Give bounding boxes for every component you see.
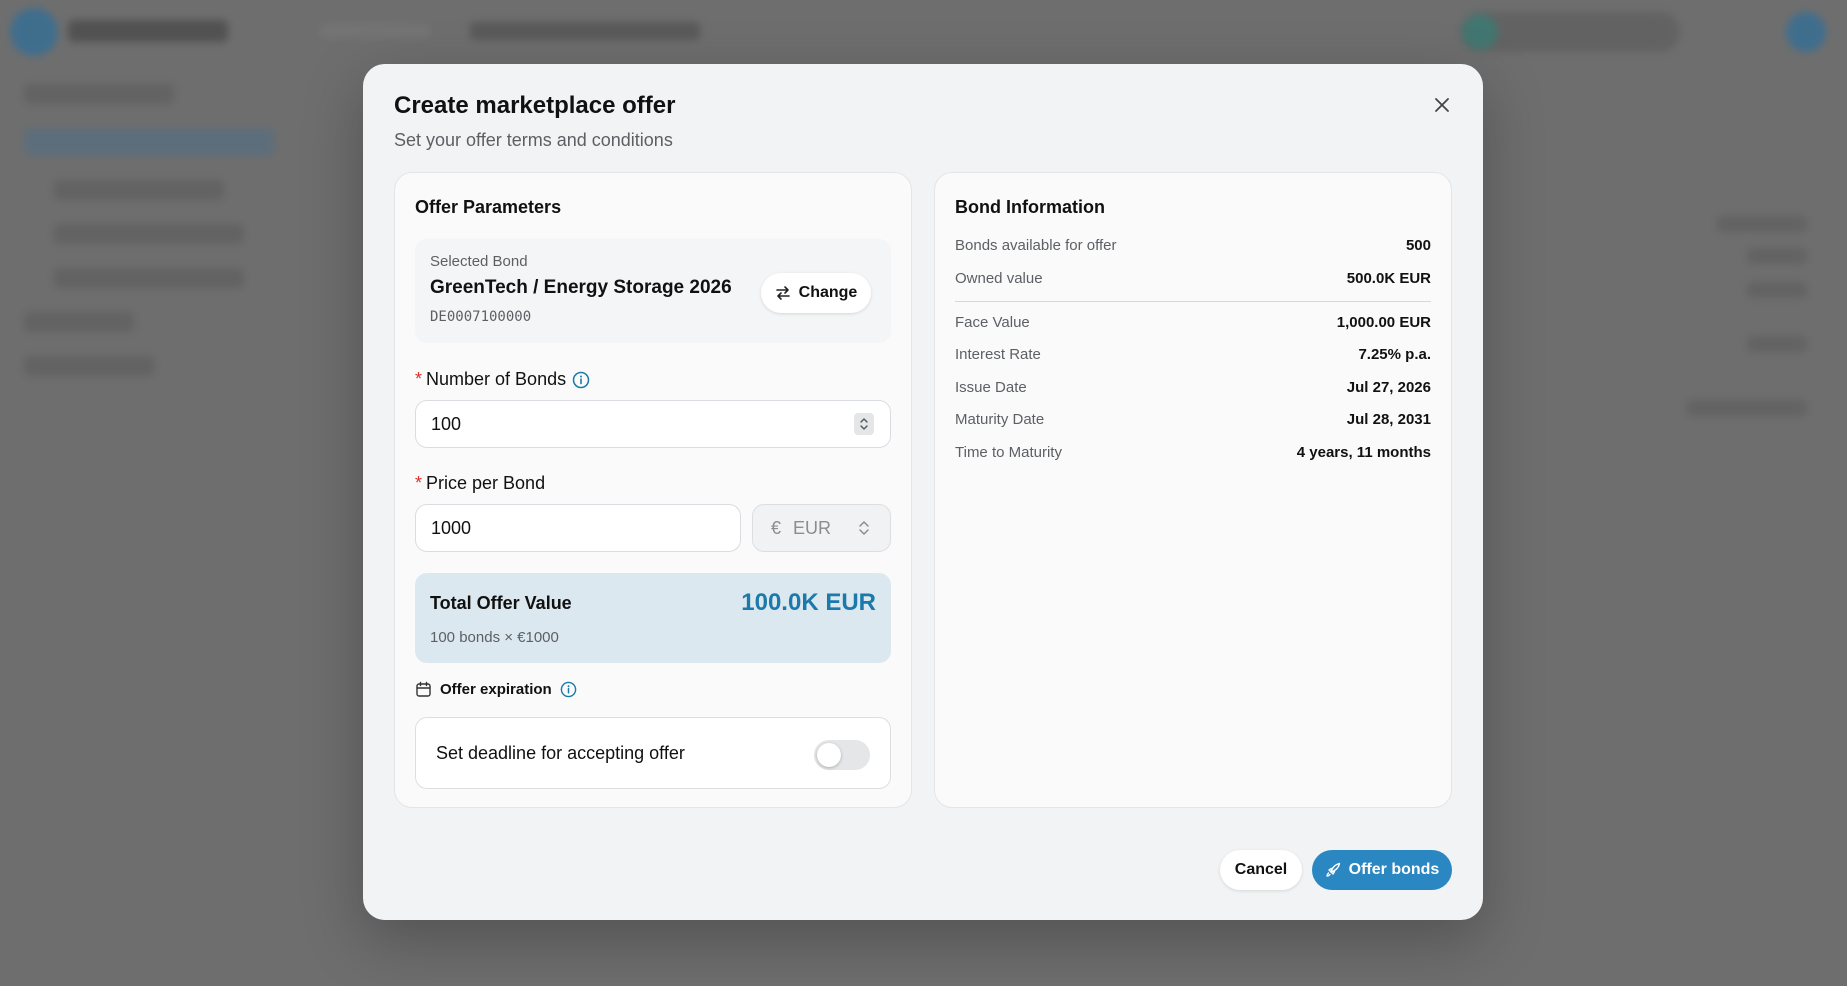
background-breadcrumb	[470, 22, 700, 40]
offer-parameters-title: Offer Parameters	[415, 197, 562, 217]
number-stepper[interactable]	[854, 413, 874, 435]
info-row: Owned value 500.0K EUR	[955, 270, 1431, 287]
info-row-value: Jul 28, 2031	[1346, 411, 1431, 428]
background-avatar	[1786, 12, 1826, 52]
bond-information-card: Bond Information Bonds available for off…	[934, 172, 1452, 808]
rocket-icon	[1325, 862, 1340, 877]
swap-arrows-icon	[775, 286, 790, 300]
change-bond-button[interactable]: Change	[761, 273, 871, 313]
offer-expiration-text: Offer expiration	[440, 681, 552, 698]
change-bond-label: Change	[798, 284, 858, 301]
number-of-bonds-label: * Number of Bonds	[415, 369, 590, 390]
dialog-title: Create marketplace offer	[394, 92, 676, 119]
number-of-bonds-value: 100	[431, 413, 462, 434]
offer-expiration-label: Offer expiration	[415, 681, 577, 698]
currency-select[interactable]: € EUR	[752, 504, 891, 552]
required-mark: *	[415, 369, 423, 389]
offer-bonds-label: Offer bonds	[1348, 861, 1440, 878]
dialog-subtitle: Set your offer terms and conditions	[394, 130, 673, 150]
euro-icon: €	[771, 517, 782, 538]
info-row-value: 1,000.00 EUR	[1336, 314, 1431, 331]
cancel-button-label: Cancel	[1234, 861, 1288, 878]
number-of-bonds-input[interactable]: 100	[415, 400, 891, 448]
price-per-bond-value: 1000	[431, 517, 472, 538]
price-per-bond-label-text: Price per Bond	[426, 473, 546, 493]
info-icon[interactable]	[572, 371, 590, 389]
total-offer-value-label: Total Offer Value	[430, 593, 572, 613]
background-logo	[10, 8, 58, 56]
divider	[955, 301, 1431, 302]
info-row-value: 7.25% p.a.	[1358, 346, 1431, 363]
total-offer-value: 100.0K EUR	[741, 589, 876, 616]
background-avatar	[1462, 14, 1498, 50]
bond-information-title: Bond Information	[955, 197, 1105, 217]
info-row-key: Interest Rate	[955, 346, 1041, 363]
info-row-value: 500.0K EUR	[1346, 270, 1431, 287]
background-sidebar	[14, 84, 284, 384]
info-row-value: 4 years, 11 months	[1296, 444, 1431, 461]
close-button[interactable]	[1427, 90, 1457, 120]
info-row-value: Jul 27, 2026	[1346, 379, 1431, 396]
selected-bond-isin: DE0007100000	[430, 309, 532, 325]
info-row-key: Bonds available for offer	[955, 237, 1117, 254]
total-offer-formula: 100 bonds × €1000	[430, 629, 559, 646]
info-row-key: Time to Maturity	[955, 444, 1062, 461]
info-row: Time to Maturity 4 years, 11 months	[955, 444, 1431, 461]
info-icon[interactable]	[560, 681, 577, 698]
price-per-bond-input[interactable]: 1000	[415, 504, 741, 552]
number-of-bonds-label-text: Number of Bonds	[426, 369, 567, 389]
create-offer-dialog: Create marketplace offer Set your offer …	[363, 64, 1483, 920]
background-topbar	[0, 0, 1847, 64]
close-icon	[1435, 98, 1449, 112]
info-row: Issue Date Jul 27, 2026	[955, 379, 1431, 396]
toggle-knob	[817, 743, 841, 767]
background-breadcrumb	[320, 24, 430, 38]
info-row-key: Face Value	[955, 314, 1030, 331]
info-row: Maturity Date Jul 28, 2031	[955, 411, 1431, 428]
price-per-bond-label: * Price per Bond	[415, 473, 545, 494]
offer-bonds-button[interactable]: Offer bonds	[1312, 850, 1452, 890]
info-row-value: 500	[1405, 237, 1431, 254]
currency-value: EUR	[793, 517, 832, 538]
total-offer-value-box: Total Offer Value 100.0K EUR 100 bonds ×…	[415, 573, 891, 663]
chevron-up-down-icon	[860, 418, 868, 430]
deadline-toggle[interactable]	[814, 740, 870, 770]
selected-bond-box: Selected Bond GreenTech / Energy Storage…	[415, 239, 891, 343]
chevron-up-down-icon	[859, 521, 869, 535]
cancel-button[interactable]: Cancel	[1220, 850, 1302, 890]
deadline-setting: Set deadline for accepting offer	[415, 717, 891, 789]
selected-bond-name: GreenTech / Energy Storage 2026	[430, 277, 732, 298]
required-mark: *	[415, 473, 423, 493]
info-row: Bonds available for offer 500	[955, 237, 1431, 254]
background-brand	[68, 20, 228, 42]
info-row-key: Issue Date	[955, 379, 1027, 396]
info-row: Interest Rate 7.25% p.a.	[955, 346, 1431, 363]
selected-bond-label: Selected Bond	[430, 253, 528, 270]
info-row-key: Owned value	[955, 270, 1043, 287]
calendar-icon	[416, 681, 431, 697]
info-row-key: Maturity Date	[955, 411, 1045, 428]
offer-parameters-card: Offer Parameters Selected Bond GreenTech…	[394, 172, 912, 808]
deadline-label: Set deadline for accepting offer	[436, 743, 685, 763]
info-row: Face Value 1,000.00 EUR	[955, 314, 1431, 331]
